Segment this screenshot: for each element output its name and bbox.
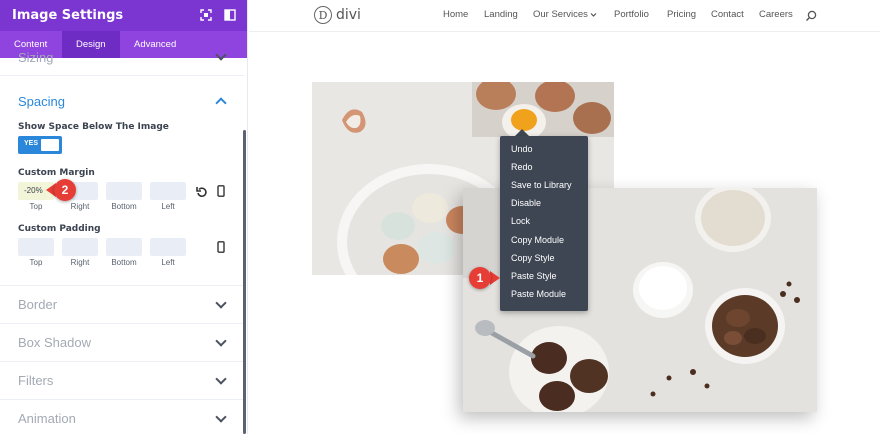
context-menu: Undo Redo Save to Library Disable Lock C…: [500, 136, 588, 311]
expand-icon[interactable]: [200, 9, 212, 21]
section-animation[interactable]: Animation: [18, 411, 76, 426]
menu-item-lock[interactable]: Lock: [511, 216, 530, 226]
section-border[interactable]: Border: [18, 297, 57, 312]
padding-top-input[interactable]: [18, 238, 54, 256]
section-sizing[interactable]: Sizing: [18, 50, 53, 65]
logo-mark: D: [314, 6, 332, 24]
custom-margin-label: Custom Margin: [18, 168, 95, 178]
margin-left-label: Left: [161, 202, 175, 211]
chevron-down-icon[interactable]: [215, 297, 227, 309]
chevron-down-icon: [590, 13, 597, 17]
menu-item-undo[interactable]: Undo: [511, 144, 533, 154]
nav-careers[interactable]: Careers: [759, 9, 793, 20]
mobile-icon[interactable]: [216, 185, 226, 197]
menu-pointer: [515, 129, 529, 136]
panel-scrollbar[interactable]: [243, 130, 246, 434]
menu-item-copy-style[interactable]: Copy Style: [511, 253, 555, 263]
margin-bottom-label: Bottom: [111, 202, 137, 211]
custom-padding-label: Custom Padding: [18, 224, 101, 234]
menu-item-disable[interactable]: Disable: [511, 198, 541, 208]
margin-right-label: Right: [70, 202, 90, 211]
show-space-label: Show Space Below The Image: [18, 122, 169, 132]
padding-right-label: Right: [70, 258, 90, 267]
logo-text: divi: [336, 7, 361, 23]
mobile-icon[interactable]: [216, 241, 226, 253]
padding-top-label: Top: [29, 258, 43, 267]
divider: [0, 285, 244, 286]
chevron-down-icon[interactable]: [215, 335, 227, 347]
chevron-down-icon[interactable]: [215, 411, 227, 423]
panel-header: Image Settings: [0, 0, 247, 31]
margin-top-label: Top: [29, 202, 43, 211]
toggle-state: YES: [24, 140, 39, 147]
show-space-toggle[interactable]: YES: [18, 136, 62, 154]
badge-pointer: [490, 271, 500, 285]
menu-item-paste-style[interactable]: Paste Style: [511, 271, 557, 281]
header-divider: [249, 31, 880, 32]
nav-contact[interactable]: Contact: [711, 9, 744, 20]
section-spacing[interactable]: Spacing: [18, 94, 65, 109]
split-view-icon[interactable]: [224, 9, 236, 21]
chevron-down-icon[interactable]: [215, 373, 227, 385]
section-filters[interactable]: Filters: [18, 373, 53, 388]
menu-item-redo[interactable]: Redo: [511, 162, 533, 172]
padding-left-input[interactable]: [150, 238, 186, 256]
panel-title: Image Settings: [12, 8, 124, 23]
nav-landing[interactable]: Landing: [484, 9, 518, 20]
step-badge-2: 2: [54, 179, 76, 201]
search-icon[interactable]: [805, 10, 817, 22]
menu-item-copy-module[interactable]: Copy Module: [511, 235, 564, 245]
divider: [0, 361, 244, 362]
divider: [0, 323, 244, 324]
padding-bottom-input[interactable]: [106, 238, 142, 256]
menu-item-paste-module[interactable]: Paste Module: [511, 289, 566, 299]
menu-item-save-to-library[interactable]: Save to Library: [511, 180, 572, 190]
nav-pricing[interactable]: Pricing: [667, 9, 696, 20]
divider: [0, 399, 244, 400]
padding-left-label: Left: [161, 258, 175, 267]
padding-bottom-label: Bottom: [111, 258, 137, 267]
step-badge-1: 1: [469, 267, 491, 289]
divider: [0, 75, 244, 76]
margin-left-input[interactable]: [150, 182, 186, 200]
section-box-shadow[interactable]: Box Shadow: [18, 335, 91, 350]
tab-design[interactable]: Design: [62, 31, 120, 58]
padding-right-input[interactable]: [62, 238, 98, 256]
nav-our-services[interactable]: Our Services: [533, 9, 588, 20]
margin-bottom-input[interactable]: [106, 182, 142, 200]
tab-advanced[interactable]: Advanced: [120, 31, 190, 58]
nav-portfolio[interactable]: Portfolio: [614, 9, 649, 20]
reset-icon[interactable]: [196, 186, 208, 198]
image-settings-panel: Image Settings Content Design Advanced S…: [0, 0, 248, 434]
toggle-knob: [41, 139, 59, 151]
chevron-up-icon[interactable]: [215, 97, 227, 109]
nav-home[interactable]: Home: [443, 9, 468, 20]
